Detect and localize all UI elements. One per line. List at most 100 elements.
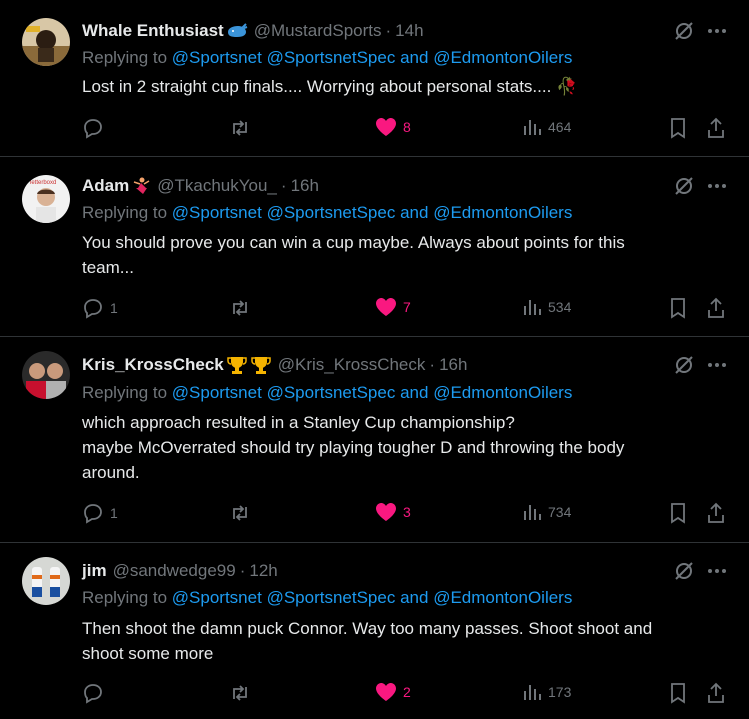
more-icon[interactable]	[707, 561, 727, 586]
views-button[interactable]: 464	[522, 117, 571, 137]
mention-sportsnet[interactable]: @Sportsnet	[172, 588, 262, 607]
like-button[interactable]: 8	[375, 117, 411, 137]
reply-button[interactable]: 1	[82, 297, 118, 319]
grok-icon[interactable]	[673, 354, 695, 381]
bookmark-button[interactable]	[668, 117, 688, 139]
share-button[interactable]	[706, 297, 726, 319]
mention-sportsnetspec[interactable]: @SportsnetSpec	[267, 48, 396, 67]
avatar[interactable]	[22, 351, 70, 399]
tweet-text: Then shoot the damn puck Connor. Way too…	[82, 616, 722, 666]
view-count: 734	[548, 504, 572, 520]
mention-edmontonoilers[interactable]: @EdmontonOilers	[433, 48, 572, 67]
bookmark-button[interactable]	[668, 297, 688, 319]
dancer-emoji-icon	[131, 176, 151, 196]
views-button[interactable]: 534	[522, 297, 571, 317]
mention-sportsnetspec[interactable]: @SportsnetSpec	[267, 383, 396, 402]
grok-icon[interactable]	[673, 175, 695, 202]
replying-to-label: Replying to	[82, 383, 168, 402]
timestamp[interactable]: 12h	[249, 561, 277, 581]
tweet[interactable]: Kris_KrossCheck @Kris_KrossCheck · 16h R…	[0, 337, 749, 543]
mention-edmontonoilers[interactable]: @EdmontonOilers	[433, 588, 572, 607]
grok-icon[interactable]	[673, 560, 695, 587]
tweet-top-icons	[673, 560, 727, 587]
mention-and: and	[400, 383, 429, 402]
action-bar: 2 173	[82, 682, 727, 706]
display-name[interactable]: jim	[82, 561, 107, 581]
retweet-button[interactable]	[229, 502, 251, 524]
share-button[interactable]	[706, 502, 726, 524]
mention-and: and	[400, 203, 429, 222]
tweet[interactable]: letterboxd Adam @TkachukYou_ · 16h Reply…	[0, 157, 749, 337]
like-button[interactable]: 2	[375, 682, 411, 702]
like-button[interactable]: 3	[375, 502, 411, 522]
display-name[interactable]: Whale Enthusiast	[82, 21, 224, 41]
handle[interactable]: @sandwedge99	[113, 561, 236, 581]
tweet-top-icons	[673, 175, 727, 202]
tweet-text-line: maybe McOverrated should try playing tou…	[82, 438, 625, 457]
views-button[interactable]: 173	[522, 682, 571, 702]
view-count: 464	[548, 119, 572, 135]
display-name[interactable]: Adam	[82, 176, 129, 196]
views-button[interactable]: 734	[522, 502, 571, 522]
separator-dot: ·	[280, 176, 287, 195]
like-button[interactable]: 7	[375, 297, 411, 317]
timestamp[interactable]: 14h	[395, 21, 423, 41]
reply-button[interactable]: 1	[82, 502, 118, 524]
whale-emoji-icon	[226, 22, 248, 40]
like-count: 2	[403, 684, 411, 700]
grok-icon[interactable]	[673, 20, 695, 47]
replying-to-label: Replying to	[82, 48, 168, 67]
handle[interactable]: @MustardSports	[254, 21, 382, 41]
reply-button[interactable]	[82, 117, 110, 139]
view-count: 173	[548, 684, 572, 700]
trophy-emoji-icon	[226, 355, 272, 375]
bookmark-button[interactable]	[668, 682, 688, 704]
mention-edmontonoilers[interactable]: @EdmontonOilers	[433, 203, 572, 222]
mention-and: and	[400, 588, 429, 607]
handle[interactable]: @Kris_KrossCheck	[278, 355, 426, 375]
timestamp[interactable]: 16h	[291, 176, 319, 196]
reply-button[interactable]	[82, 682, 110, 704]
bookmark-button[interactable]	[668, 502, 688, 524]
more-icon[interactable]	[707, 176, 727, 201]
tweet-top-icons	[673, 354, 727, 381]
share-button[interactable]	[706, 682, 726, 704]
avatar[interactable]: letterboxd	[22, 175, 70, 223]
mention-sportsnet[interactable]: @Sportsnet	[172, 383, 262, 402]
retweet-button[interactable]	[229, 682, 251, 704]
handle[interactable]: @TkachukYou_	[157, 176, 277, 196]
tweet-text: Lost in 2 straight cup finals.... Worryi…	[82, 74, 722, 99]
tweet[interactable]: Whale Enthusiast @MustardSports · 14h Re…	[0, 0, 749, 157]
timestamp[interactable]: 16h	[439, 355, 467, 375]
reply-count: 1	[110, 300, 118, 316]
separator-dot: ·	[385, 21, 392, 40]
share-button[interactable]	[706, 117, 726, 139]
tweet-top-icons	[673, 20, 727, 47]
tweet-header: Whale Enthusiast @MustardSports · 14h	[82, 20, 424, 42]
replying-to: Replying to @Sportsnet @SportsnetSpec an…	[82, 383, 572, 403]
mention-sportsnetspec[interactable]: @SportsnetSpec	[267, 588, 396, 607]
tweet-text-line: You should prove you can win a cup maybe…	[82, 233, 625, 252]
more-icon[interactable]	[707, 21, 727, 46]
tweet-header: jim @sandwedge99 · 12h	[82, 560, 278, 582]
avatar[interactable]	[22, 18, 70, 66]
tweet-text-line: which approach resulted in a Stanley Cup…	[82, 413, 515, 432]
tweet-text-line: Lost in 2 straight cup finals.... Worryi…	[82, 77, 578, 96]
mention-sportsnet[interactable]: @Sportsnet	[172, 48, 262, 67]
replying-to: Replying to @Sportsnet @SportsnetSpec an…	[82, 48, 572, 68]
display-name[interactable]: Kris_KrossCheck	[82, 355, 224, 375]
action-bar: 1 3 734	[82, 502, 727, 526]
mention-sportsnetspec[interactable]: @SportsnetSpec	[267, 203, 396, 222]
more-icon[interactable]	[707, 355, 727, 380]
replying-to-label: Replying to	[82, 203, 168, 222]
avatar[interactable]	[22, 557, 70, 605]
like-count: 8	[403, 119, 411, 135]
tweet-text: You should prove you can win a cup maybe…	[82, 230, 722, 280]
mention-sportsnet[interactable]: @Sportsnet	[172, 203, 262, 222]
tweet-text-line: around.	[82, 463, 140, 482]
mention-edmontonoilers[interactable]: @EdmontonOilers	[433, 383, 572, 402]
retweet-button[interactable]	[229, 297, 251, 319]
tweet-header: Adam @TkachukYou_ · 16h	[82, 175, 319, 197]
retweet-button[interactable]	[229, 117, 251, 139]
tweet[interactable]: jim @sandwedge99 · 12h Replying to @Spor…	[0, 543, 749, 719]
